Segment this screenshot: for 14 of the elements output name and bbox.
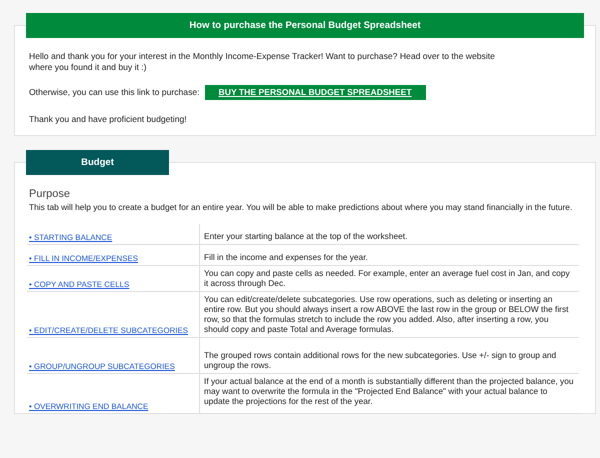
intro-text: Hello and thank you for your interest in the Monthly Income-Expense Tracker! Want to purchase? Head over to the website where you found it and buy it :) — [29, 51, 496, 73]
topic-description: If your actual balance at the end of a month is substantially different than the projected balance, you may want to overwrite the formula in the "Projected End Balance" with your actual balance to update the projections for the rest of the year. — [204, 376, 575, 406]
closing-text: Thank you and have proficient budgeting! — [29, 114, 188, 125]
topic-description: You can copy and paste cells as needed. For example, enter an average fuel cost in Jan, and copy it across through Dec. — [204, 268, 571, 288]
topic-description: Fill in the income and expenses for the year. — [204, 252, 368, 262]
description-text: This tab will help you to create a budget for an entire year. You will be able to make predictions about where you may stand financially in the future. — [29, 202, 574, 212]
section-heading: Purpose — [29, 189, 71, 199]
section-header: How to purchase the Personal Budget Spreadsheet — [26, 13, 584, 38]
link-prompt: Otherwise, you can use this link to purchase: — [29, 87, 200, 98]
budget-tab[interactable]: Budget — [26, 150, 169, 175]
topic-description: The grouped rows contain additional rows for the new subcategories. Use +/- sign to group and ungroup the rows. — [204, 350, 558, 370]
buy-button[interactable]: BUY THE PERSONAL BUDGET SPREADSHEET — [204, 85, 426, 100]
topic-description: You can edit/create/delete subcategories. Use row operations, such as deleting or inserting an entire row. But you should always insert a row ABOVE the last row in the group or BELOW the first row, so that the formulas stretch to include the row you added. Also, after inserting a row, you should copy and paste Total and Average formulas. — [204, 294, 570, 334]
topic-description: Enter your starting balance at the top of the worksheet. — [204, 231, 408, 241]
